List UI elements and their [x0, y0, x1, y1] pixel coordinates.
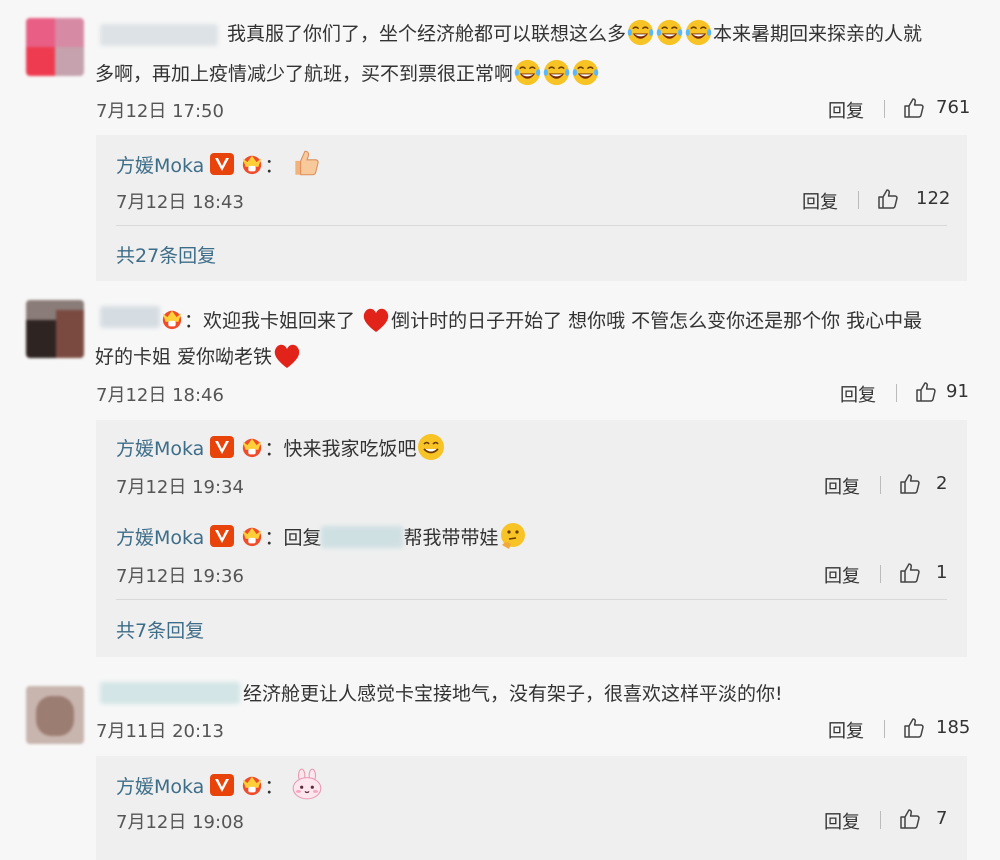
reply-button[interactable]: 回复 — [840, 381, 876, 407]
bunny-emoji-icon — [290, 768, 324, 800]
avatar[interactable] — [26, 300, 84, 358]
reply-author[interactable]: 方媛Moka — [116, 527, 204, 549]
thumbs-up-icon — [898, 472, 922, 496]
like-count: 1 — [936, 562, 948, 583]
reply-separator — [116, 225, 947, 226]
reply-button[interactable]: 回复 — [828, 97, 864, 123]
reply-box: 方媛Moka ： 7月12日 19:08 回复 7 — [96, 756, 967, 860]
reply-button[interactable]: 回复 — [828, 717, 864, 743]
thumbs-up-emoji-icon — [290, 147, 322, 179]
reply-time: 7月12日 19:36 — [116, 566, 244, 587]
comment-text: 经济舱更让人感觉卡宝接地气，没有架子，很喜欢这样平淡的你! — [243, 683, 783, 705]
divider — [896, 384, 897, 402]
thumbs-up-icon — [902, 716, 926, 740]
thumbs-up-icon — [898, 561, 922, 585]
reply-author[interactable]: 方媛Moka — [116, 155, 204, 177]
reply-author[interactable]: 方媛Moka — [116, 776, 204, 798]
avatar[interactable] — [26, 686, 84, 744]
thumbs-up-icon — [902, 96, 926, 120]
laughing-emoji-icon — [542, 58, 571, 87]
thumbs-up-icon — [914, 380, 938, 404]
grinning-emoji-icon — [416, 432, 446, 462]
username-blurred[interactable] — [100, 682, 240, 704]
reply-button[interactable]: 回复 — [824, 808, 860, 834]
reply-button[interactable]: 回复 — [802, 188, 838, 214]
v-badge-icon — [210, 153, 234, 175]
reply-separator — [116, 599, 947, 600]
divider — [858, 191, 859, 209]
avatar[interactable] — [26, 18, 84, 76]
laughing-emoji-icon — [655, 18, 684, 47]
comment-text: ：欢迎我卡姐回来了 倒计时的日子开始了 想你哦 不管怎么变你还是那个你 我心中最 — [160, 303, 922, 339]
fan-crown-icon — [240, 153, 264, 175]
like-count: 185 — [936, 717, 971, 738]
reply-item: 方媛Moka ：回复 帮我带带娃 — [116, 521, 528, 551]
comment-time: 7月11日 20:13 — [96, 721, 224, 742]
like-count: 7 — [936, 808, 948, 829]
divider — [884, 100, 885, 118]
divider — [884, 720, 885, 738]
like-count: 2 — [936, 473, 948, 494]
thumbs-up-icon — [876, 187, 900, 211]
mention-blurred[interactable] — [321, 526, 404, 548]
reply-button[interactable]: 回复 — [824, 562, 860, 588]
more-replies-link[interactable]: 共27条回复 — [116, 241, 216, 268]
reply-author[interactable]: 方媛Moka — [116, 438, 204, 460]
username-blurred[interactable] — [100, 24, 218, 46]
comment-time: 7月12日 18:46 — [96, 385, 224, 406]
fan-crown-icon — [240, 436, 264, 458]
comment-time: 7月12日 17:50 — [96, 101, 224, 122]
v-badge-icon — [210, 525, 234, 547]
v-badge-icon — [210, 774, 234, 796]
fan-crown-icon — [240, 774, 264, 796]
laughing-emoji-icon — [513, 58, 542, 87]
reply-time: 7月12日 19:34 — [116, 477, 244, 498]
divider — [880, 476, 881, 494]
reply-item: 方媛Moka ： — [116, 147, 322, 179]
more-replies-link[interactable]: 共7条回复 — [116, 616, 204, 643]
laughing-emoji-icon — [571, 58, 600, 87]
heart-emoji-icon — [272, 342, 302, 370]
fan-crown-icon — [160, 308, 184, 330]
like-count: 122 — [916, 188, 951, 209]
like-count: 91 — [946, 381, 969, 402]
reply-time: 7月12日 18:43 — [116, 192, 244, 213]
laughing-emoji-icon — [684, 18, 713, 47]
like-count: 761 — [936, 97, 971, 118]
divider — [880, 565, 881, 583]
heart-emoji-icon — [361, 306, 391, 334]
reply-box: 方媛Moka ：快来我家吃饭吧 7月12日 19:34 回复 2 方媛Moka … — [96, 420, 967, 657]
comment-text: 我真服了你们了，坐个经济舱都可以联想这么多 本来暑期回来探亲的人就 — [227, 16, 922, 52]
reply-box: 方媛Moka ： 7月12日 18:43 回复 122 共27条回复 — [96, 135, 967, 281]
username-blurred[interactable] — [100, 306, 160, 328]
laughing-emoji-icon — [626, 18, 655, 47]
comment-text-line2: 好的卡姐 爱你呦老铁 — [95, 339, 302, 375]
reply-item: 方媛Moka ：快来我家吃饭吧 — [116, 432, 446, 462]
reply-time: 7月12日 19:08 — [116, 812, 244, 833]
reply-item: 方媛Moka ： — [116, 768, 324, 800]
comment-text-line2: 多啊，再加上疫情减少了航班，买不到票很正常啊 — [95, 56, 600, 92]
thumbs-up-icon — [898, 807, 922, 831]
fan-crown-icon — [240, 525, 264, 547]
thinking-emoji-icon — [498, 521, 528, 551]
divider — [880, 811, 881, 829]
reply-button[interactable]: 回复 — [824, 473, 860, 499]
v-badge-icon — [210, 436, 234, 458]
